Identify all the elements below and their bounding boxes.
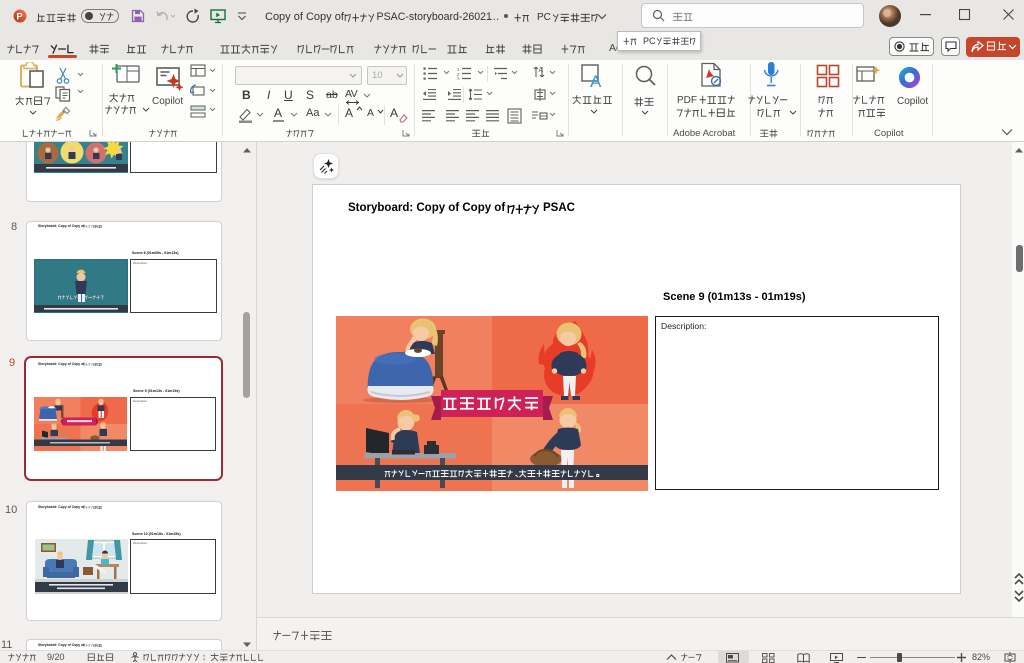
svg-text:A: A: [590, 72, 602, 88]
svg-text:A: A: [539, 67, 544, 74]
svg-text:3: 3: [457, 77, 460, 81]
svg-text:P: P: [16, 12, 23, 23]
